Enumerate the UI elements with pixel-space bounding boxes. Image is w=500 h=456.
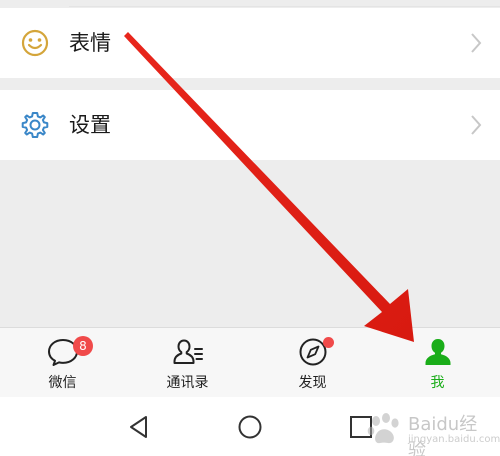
back-icon[interactable] [125, 413, 153, 441]
chevron-right-icon [471, 115, 482, 135]
list-divider [69, 6, 500, 7]
smiley-icon [21, 29, 49, 57]
tab-label: 通讯录 [166, 375, 209, 391]
paw-print-icon [367, 413, 399, 444]
new-dot-indicator [323, 337, 334, 348]
gear-icon [21, 112, 49, 138]
unread-badge: 8 [73, 336, 93, 356]
tab-label: 发现 [298, 375, 327, 391]
tab-label: 我 [430, 375, 445, 391]
contacts-icon [173, 339, 203, 364]
tab-contacts[interactable]: 通讯录 [125, 328, 250, 398]
tab-me[interactable]: 我 [375, 328, 500, 398]
tab-label: 微信 [48, 375, 77, 391]
chevron-right-icon [471, 33, 482, 53]
menu-item-label: 设置 [69, 113, 111, 137]
menu-item-label: 表情 [69, 31, 111, 55]
tab-discover[interactable]: 发现 [250, 328, 375, 398]
home-icon[interactable] [236, 413, 264, 441]
watermark-subtitle: jingyan.baidu.com [408, 434, 500, 445]
watermark-title: Baidu经验 [408, 414, 478, 456]
section-gap [0, 78, 500, 90]
menu-item-emoji[interactable]: 表情 [0, 8, 500, 78]
watermark: Baidu经验 jingyan.baidu.com [364, 408, 500, 456]
person-icon [425, 339, 450, 365]
bottom-tab-bar: 8 微信 通讯录 发现 我 [0, 327, 500, 397]
tab-chats[interactable]: 8 微信 [0, 328, 125, 398]
menu-item-settings[interactable]: 设置 [0, 90, 500, 160]
